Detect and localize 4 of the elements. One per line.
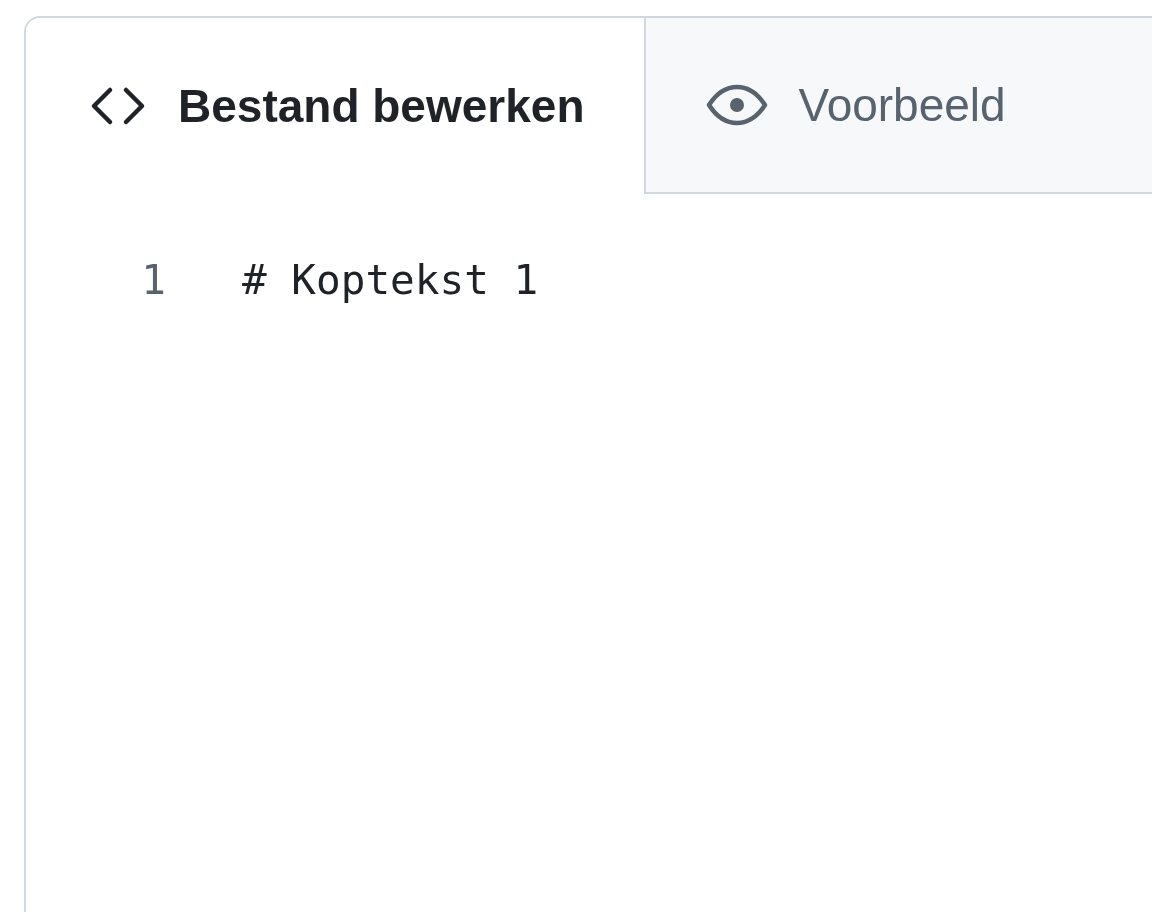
line-number: 1 <box>140 255 166 306</box>
code-line: # Koptekst 1 <box>242 255 539 306</box>
eye-icon <box>706 84 769 126</box>
tab[interactable]: Voorbeeld <box>644 18 1152 194</box>
